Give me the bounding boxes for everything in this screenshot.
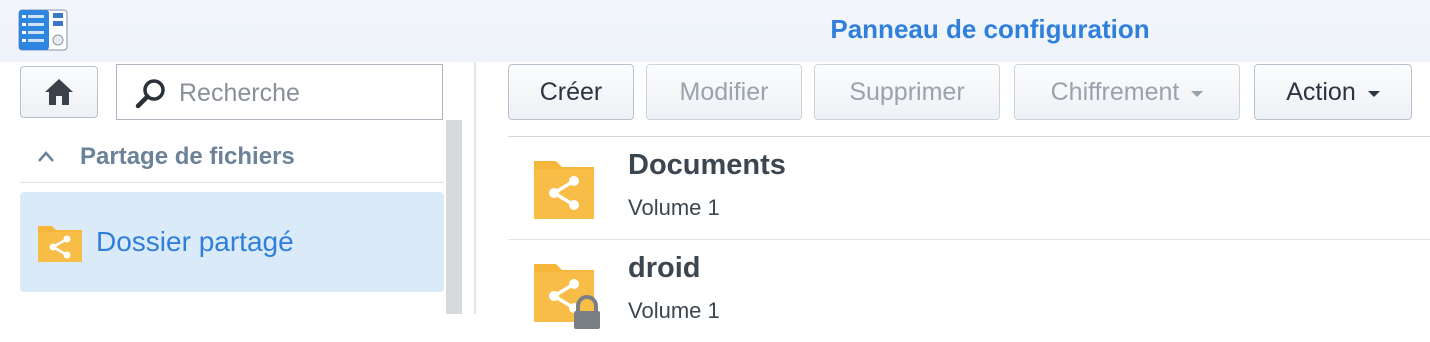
section-label: Partage de fichiers <box>80 143 295 170</box>
caret-down-icon <box>1367 90 1380 97</box>
create-button[interactable]: Créer <box>508 64 634 120</box>
folder-name: droid <box>628 252 701 284</box>
sidebar-item-shared-folder[interactable]: Dossier partagé <box>20 192 444 292</box>
window-title: Panneau de configuration <box>830 14 1150 44</box>
folder-volume: Volume 1 <box>628 195 720 220</box>
sidebar-item-label: Dossier partagé <box>96 226 294 257</box>
shared-folder-icon <box>38 226 82 262</box>
sidebar-scrollbar[interactable] <box>446 120 462 314</box>
search-icon <box>135 79 165 109</box>
shared-folder-icon <box>534 161 594 219</box>
action-label: Action <box>1286 77 1356 106</box>
search-box[interactable] <box>116 64 443 120</box>
control-panel-icon <box>18 9 68 51</box>
locked-shared-folder-icon <box>534 264 600 329</box>
delete-button[interactable]: Supprimer <box>814 64 1000 120</box>
title-bar: Panneau de configuration <box>0 0 1430 62</box>
search-input[interactable] <box>177 73 431 113</box>
encryption-label: Chiffrement <box>1050 77 1180 106</box>
caret-down-icon <box>1191 90 1204 97</box>
section-file-sharing[interactable]: Partage de fichiers <box>20 132 444 183</box>
modify-button[interactable]: Modifier <box>646 64 802 120</box>
home-icon <box>45 79 73 105</box>
folder-name: Documents <box>628 149 786 181</box>
chevron-up-icon <box>38 151 54 162</box>
action-dropdown[interactable]: Action <box>1254 64 1412 120</box>
pane-divider <box>474 62 476 314</box>
folder-volume: Volume 1 <box>628 298 720 323</box>
list-item[interactable]: droid Volume 1 <box>508 240 1430 342</box>
list-item[interactable]: Documents Volume 1 <box>508 137 1430 240</box>
home-button[interactable] <box>20 66 98 118</box>
encryption-dropdown[interactable]: Chiffrement <box>1014 64 1240 120</box>
